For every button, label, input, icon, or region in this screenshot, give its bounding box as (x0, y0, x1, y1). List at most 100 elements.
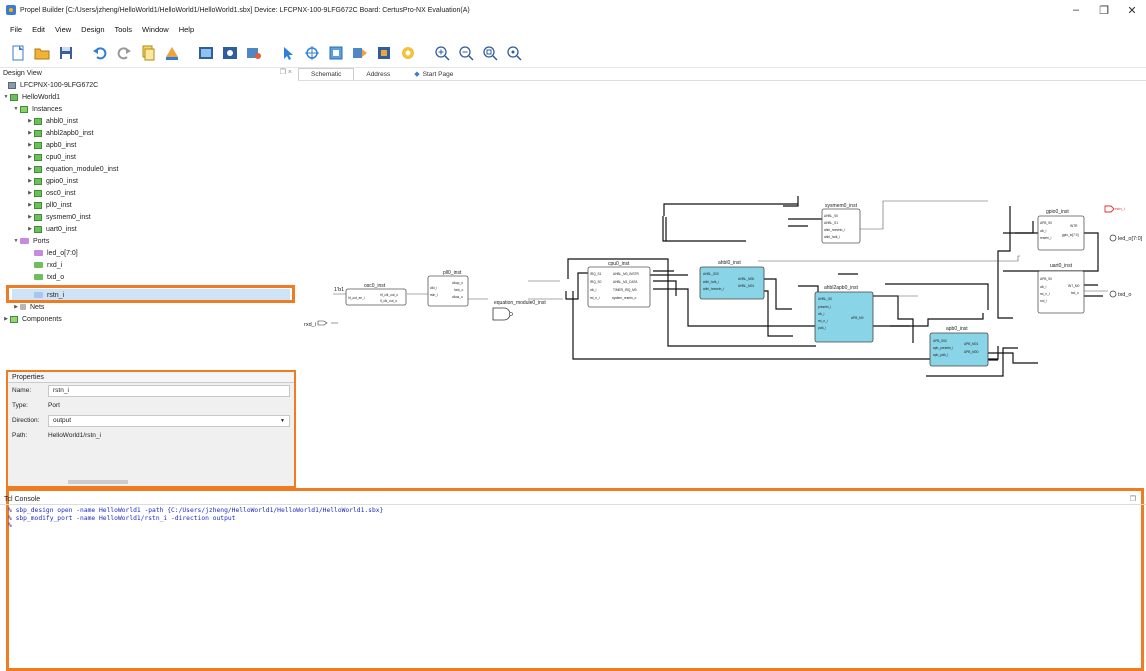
block-sysmem0[interactable]: sysmem0_inst AHBL_S0 AHBL_S1 ahbl_hreset… (821, 203, 861, 244)
chevron-right-icon[interactable]: ▶ (2, 316, 10, 322)
new-icon[interactable] (8, 43, 28, 63)
pin-label: clk_i (818, 312, 825, 316)
undo-icon[interactable] (90, 43, 110, 63)
fit-icon[interactable] (326, 43, 346, 63)
chevron-right-icon[interactable]: ▶ (26, 166, 34, 172)
refresh-icon[interactable] (350, 43, 370, 63)
menu-tools[interactable]: Tools (110, 25, 138, 34)
tree-item-instance[interactable]: ▶ ahbl0_inst (26, 115, 78, 127)
tree-item-instance[interactable]: ▶ osc0_inst (26, 187, 76, 199)
restore-icon[interactable]: ❐ (1130, 495, 1136, 503)
zoom-out-icon[interactable] (456, 43, 476, 63)
block-ahbl2apb0[interactable]: ahbl2apb0_inst AHBL_S0 presetn_i clk_i r… (814, 285, 874, 343)
generate-icon[interactable] (162, 43, 182, 63)
pin-label: rst_n_i (818, 319, 828, 323)
menu-file[interactable]: File (5, 25, 27, 34)
tree-item-instance[interactable]: ▶ cpu0_inst (26, 151, 76, 163)
tree-item-instance[interactable]: ▶ pll0_inst (26, 199, 72, 211)
pin-label: txd_o (1071, 291, 1079, 295)
prop-name-field[interactable]: rstn_i (48, 384, 290, 397)
block-ahbl0[interactable]: ahbl0_inst AHBL_S00 ahbl_hclk_i ahbl_hre… (699, 260, 765, 300)
schematic-canvas[interactable]: osc0_inst hf_out_en_i hf_clk_out_o lf_cl… (298, 80, 1146, 487)
block-equation-module0[interactable]: equation_module0_inst (492, 300, 546, 321)
menu-edit[interactable]: Edit (27, 25, 50, 34)
chevron-down-icon[interactable]: ▼ (12, 238, 20, 244)
pin-label: clk_i (590, 288, 597, 292)
properties-scrollbar[interactable] (68, 480, 128, 484)
port-const: 1'b1 (334, 287, 344, 293)
pin-label: system_resetn_o (612, 296, 636, 300)
design-view-controls[interactable]: ❐ × (280, 68, 292, 76)
zoom-area-icon[interactable] (480, 43, 500, 63)
tree-item-instance[interactable]: ▶ equation_module0_inst (26, 163, 118, 175)
pin-label: presetn_i (818, 305, 831, 309)
tab-address[interactable]: Address (354, 68, 402, 80)
tree-item-ports[interactable]: ▼ Ports (12, 235, 50, 247)
tree-item-device[interactable]: LFCPNX-100-9LFG672C (0, 79, 98, 91)
chevron-right-icon[interactable]: ▶ (26, 142, 34, 148)
menu-bar: File Edit View Design Tools Window Help (0, 20, 1146, 38)
zoom-fit-icon[interactable] (504, 43, 524, 63)
zoom-in-icon[interactable] (432, 43, 452, 63)
tcl-console-output[interactable]: % sbp_design open -name HelloWorld1 -pat… (8, 507, 1134, 667)
pin-label: clkos_o (452, 295, 463, 299)
chevron-down-icon[interactable]: ▼ (2, 94, 10, 100)
chevron-right-icon[interactable]: ▶ (26, 154, 34, 160)
select-icon[interactable] (278, 43, 298, 63)
block-pll0[interactable]: pll0_inst clki_i rstn_i clkop_o lock_o c… (427, 270, 469, 307)
tree-item-instance[interactable]: ▶ ahbl2apb0_inst (26, 127, 94, 139)
copy-icon[interactable] (138, 43, 158, 63)
port-rxd-i[interactable]: rxd_i (304, 320, 328, 328)
port-txd-o[interactable]: txd_o (1109, 290, 1131, 298)
tree-item-instance[interactable]: ▶ uart0_inst (26, 223, 77, 235)
tab-start-page[interactable]: ◆ Start Page (402, 68, 465, 80)
port-led-o[interactable]: led_o[7:0] (1109, 234, 1143, 242)
pin-label: APB_M0 (851, 316, 864, 320)
tree-item-port[interactable]: rxd_i (34, 259, 62, 271)
open-icon[interactable] (32, 43, 52, 63)
menu-window[interactable]: Window (137, 25, 174, 34)
tree-item-instance[interactable]: ▶ apb0_inst (26, 139, 76, 151)
maximize-button[interactable]: ❐ (1090, 0, 1118, 20)
menu-design[interactable]: Design (76, 25, 109, 34)
block-cpu0[interactable]: cpu0_inst IRQ_S1 IRQ_S0 clk_i rst_n_i AH… (587, 261, 651, 308)
minimize-button[interactable]: – (1062, 0, 1090, 20)
chevron-right-icon[interactable]: ▶ (26, 226, 34, 232)
run-icon[interactable] (220, 43, 240, 63)
block-osc0[interactable]: osc0_inst hf_out_en_i hf_clk_out_o lf_cl… (345, 283, 407, 306)
config-icon[interactable] (398, 43, 418, 63)
chevron-right-icon[interactable]: ▶ (26, 130, 34, 136)
close-button[interactable]: ✕ (1118, 0, 1146, 20)
redo-icon[interactable] (114, 43, 134, 63)
block-apb0[interactable]: apb0_inst APB_S00 apb_presetn_i apb_pclk… (929, 326, 989, 367)
block-gpio0[interactable]: gpio0_inst APB_S0 clk_i resetn_i INTR gp… (1037, 209, 1085, 251)
chevron-right-icon[interactable]: ▶ (12, 304, 20, 310)
tree-item-instance[interactable]: ▶ sysmem0_inst (26, 211, 91, 223)
settings-icon[interactable] (244, 43, 264, 63)
tab-schematic[interactable]: Schematic (298, 68, 355, 80)
tree-item-components[interactable]: ▶ Components (2, 313, 62, 325)
pin-label: clki_i (430, 286, 437, 290)
tree-item-project[interactable]: ▼ HelloWorld1 (2, 91, 60, 103)
console-prompt[interactable]: % (8, 522, 1134, 530)
tree-item-port[interactable]: led_o[7:0] (34, 247, 78, 259)
menu-help[interactable]: Help (174, 25, 199, 34)
pin-label: apb_pclk_i (933, 353, 949, 357)
menu-view[interactable]: View (50, 25, 76, 34)
chevron-right-icon[interactable]: ▶ (26, 214, 34, 220)
tree-item-instances[interactable]: ▼ Instances (12, 103, 62, 115)
chevron-right-icon[interactable]: ▶ (26, 118, 34, 124)
port-rstn-i-error[interactable]: rstn_i (1104, 205, 1125, 213)
chevron-down-icon[interactable]: ▼ (12, 106, 20, 112)
tree-item-port[interactable]: txd_o (34, 271, 64, 283)
save-icon[interactable] (56, 43, 76, 63)
tree-item-instance[interactable]: ▶ gpio0_inst (26, 175, 78, 187)
chevron-right-icon[interactable]: ▶ (26, 190, 34, 196)
validate-icon[interactable] (196, 43, 216, 63)
chevron-right-icon[interactable]: ▶ (26, 178, 34, 184)
export-icon[interactable] (374, 43, 394, 63)
chevron-right-icon[interactable]: ▶ (26, 202, 34, 208)
pan-icon[interactable] (302, 43, 322, 63)
pin-label: APB_S0 (1040, 277, 1052, 281)
direction-select[interactable]: output ▼ (48, 414, 290, 427)
